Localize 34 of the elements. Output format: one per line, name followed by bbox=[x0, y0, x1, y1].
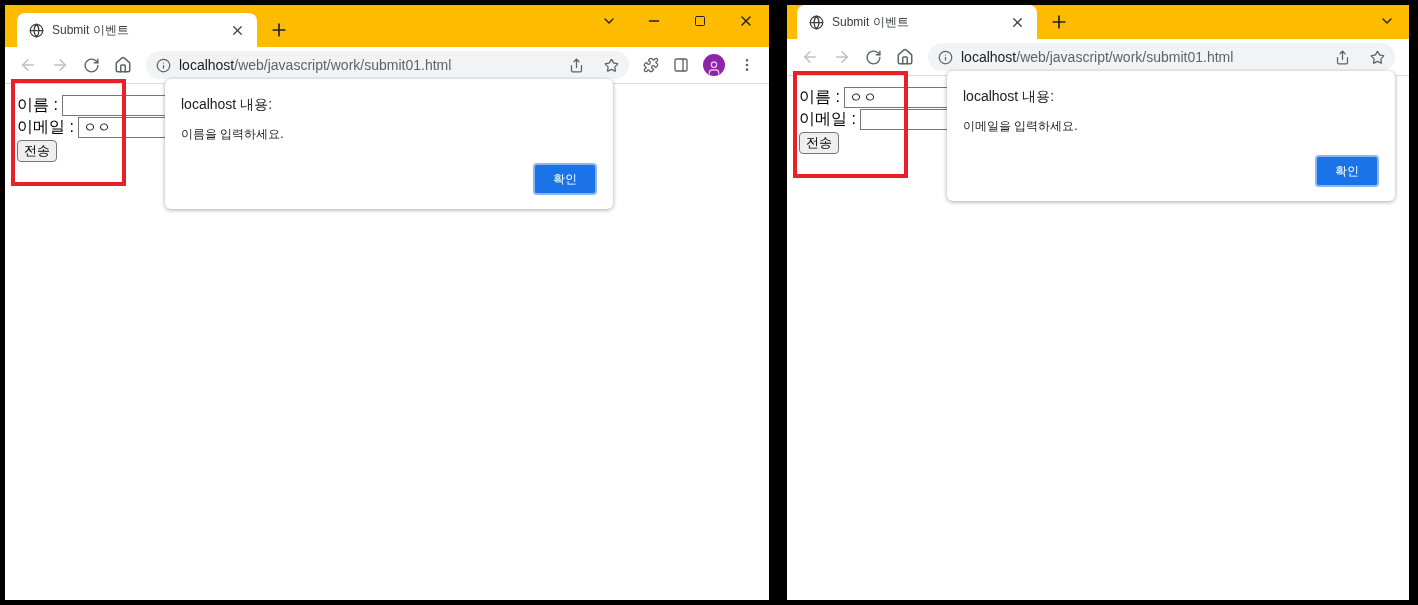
email-label: 이메일 : bbox=[17, 117, 74, 137]
browser-tab[interactable]: Submit 이벤트 bbox=[797, 5, 1037, 39]
info-icon[interactable] bbox=[156, 57, 171, 73]
extensions-icon[interactable] bbox=[643, 57, 659, 73]
bookmark-star-icon[interactable] bbox=[604, 57, 619, 73]
url-text: localhost/web/javascript/work/submit01.html bbox=[961, 47, 1235, 67]
url-text: localhost/web/javascript/work/submit01.html bbox=[179, 55, 453, 75]
address-bar[interactable]: localhost/web/javascript/work/submit01.html bbox=[146, 51, 629, 79]
name-label: 이름 : bbox=[17, 95, 58, 115]
share-icon[interactable] bbox=[569, 57, 584, 73]
reload-icon[interactable] bbox=[83, 56, 100, 74]
dialog-title: localhost 내용: bbox=[181, 95, 274, 114]
maximize-icon[interactable] bbox=[694, 15, 706, 27]
side-panel-icon[interactable] bbox=[673, 57, 689, 73]
globe-icon bbox=[29, 22, 44, 38]
home-icon[interactable] bbox=[114, 56, 132, 74]
address-bar[interactable]: localhost/web/javascript/work/submit01.html bbox=[928, 43, 1395, 71]
dialog-message: 이메일을 입력하세요. bbox=[963, 118, 1079, 135]
info-icon[interactable] bbox=[938, 49, 953, 65]
share-icon[interactable] bbox=[1335, 49, 1350, 65]
bookmark-star-icon[interactable] bbox=[1370, 49, 1385, 65]
globe-icon bbox=[809, 14, 824, 30]
tab-title: Submit 이벤트 bbox=[52, 22, 130, 39]
profile-avatar[interactable] bbox=[703, 54, 725, 76]
browser-tab[interactable]: Submit 이벤트 bbox=[17, 13, 257, 47]
reload-icon[interactable] bbox=[865, 48, 882, 66]
submit-button[interactable]: 전송 bbox=[799, 132, 839, 154]
ok-button[interactable]: 확인 bbox=[1315, 155, 1379, 187]
name-label: 이름 : bbox=[799, 87, 840, 107]
home-icon[interactable] bbox=[896, 48, 914, 66]
submit-button[interactable]: 전송 bbox=[17, 140, 57, 162]
ok-button[interactable]: 확인 bbox=[533, 163, 597, 195]
tab-title: Submit 이벤트 bbox=[832, 14, 910, 31]
email-label: 이메일 : bbox=[799, 109, 856, 129]
